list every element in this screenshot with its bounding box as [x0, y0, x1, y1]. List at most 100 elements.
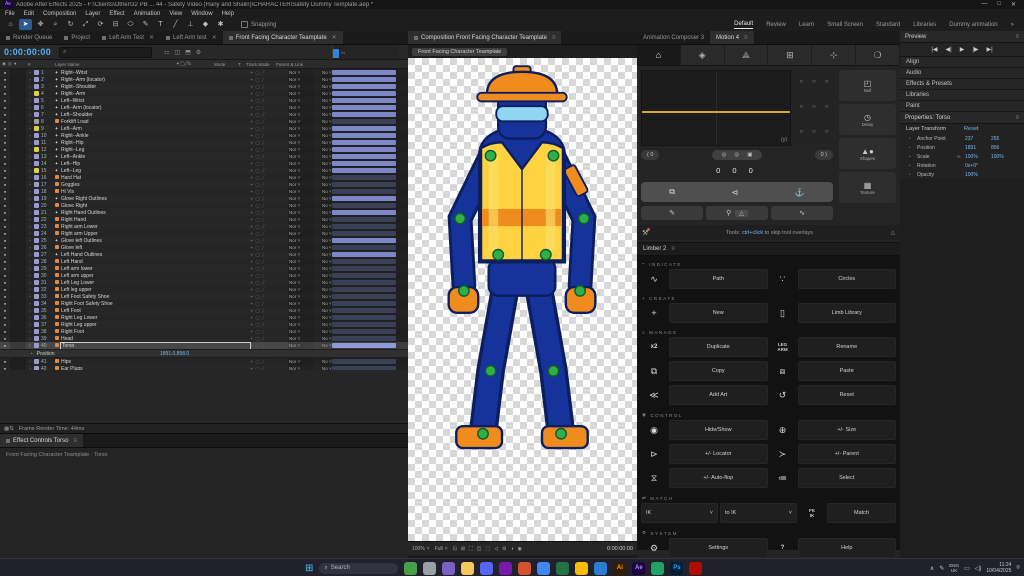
expand-caret-icon[interactable]: ›: [26, 322, 34, 327]
touchpad-icon[interactable]: ▭: [964, 565, 970, 572]
ease-graph[interactable]: (y): [641, 70, 791, 146]
t-toggle[interactable]: [313, 125, 321, 132]
layer-duration-bar[interactable]: [332, 161, 396, 166]
rename-button[interactable]: Rename: [798, 337, 897, 357]
workspace-dummy-animation[interactable]: Dummy animation: [949, 22, 997, 28]
blend-mode-select[interactable]: Nor ˅: [288, 195, 313, 202]
layer-name[interactable]: Right Hand: [61, 217, 250, 223]
expand-caret-icon[interactable]: ›: [26, 203, 34, 208]
close-tab-icon[interactable]: ✕: [332, 34, 337, 41]
blend-mode-select[interactable]: Nor ˅: [288, 335, 313, 342]
layer-switches[interactable]: ✦◯╱: [250, 77, 288, 82]
layer-name[interactable]: Left--Wrist: [61, 98, 250, 104]
layer-switches[interactable]: ✦◯╱: [250, 70, 288, 75]
layer-name[interactable]: Right arm Lower: [61, 224, 250, 230]
zoom-tool[interactable]: ⌕: [49, 19, 62, 30]
layer-row[interactable]: ●›15✦Left--Leg✦◯╱Nor ˅No ˅◎ None ˅: [0, 167, 408, 174]
left-shoulder-joint[interactable]: [485, 150, 495, 160]
left-knee-joint[interactable]: [485, 366, 495, 376]
layer-row[interactable]: ●›34Right Foot Safety Shoe✦◯╱Nor ˅No ˅◎ …: [0, 300, 408, 307]
label-color-chip[interactable]: [34, 315, 39, 320]
layer-switches[interactable]: ✦◯╱: [250, 329, 288, 334]
texture-button[interactable]: ▦ Texture: [839, 172, 896, 203]
expand-caret-icon[interactable]: ›: [26, 308, 34, 313]
sidebar-panel-align[interactable]: Align: [900, 57, 1024, 68]
track-matte-column-header[interactable]: Track Matte: [246, 62, 276, 67]
layer-row[interactable]: ●˅40Torso✦◯╱Nor ˅No ˅◎ None ˅: [0, 342, 408, 349]
layer-switches[interactable]: ✦◯╱: [250, 245, 288, 250]
layer-name[interactable]: Right--Leg: [61, 147, 250, 153]
layer-duration-bar[interactable]: [332, 273, 396, 278]
blend-mode-select[interactable]: Nor ˅: [288, 223, 313, 230]
t-toggle[interactable]: [313, 167, 321, 174]
expand-caret-icon[interactable]: ›: [26, 147, 34, 152]
layer-switches[interactable]: ✦◯╱: [250, 84, 288, 89]
layer-row[interactable]: ●›41Hips✦◯╱Nor ˅No ˅◎ 40. Torso ˅: [0, 358, 408, 365]
expand-caret-icon[interactable]: ›: [26, 175, 34, 180]
property-value[interactable]: 856: [991, 145, 1017, 151]
transparency-grid-icon[interactable]: ⬚: [485, 546, 490, 552]
layer-switches[interactable]: ✦◯╱: [250, 91, 288, 96]
visibility-eye-icon[interactable]: ●: [0, 147, 10, 152]
layer-name[interactable]: Right--Arm (locator): [61, 77, 250, 83]
layer-row[interactable]: ●›27✦Left Hand Outlines✦◯╱Nor ˅No ˅◎ Non…: [0, 251, 408, 258]
hips[interactable]: [489, 259, 556, 295]
taskbar-icon-powerpoint[interactable]: [518, 562, 531, 575]
properties-panel-header[interactable]: Properties: Torso ≡: [900, 112, 1024, 124]
blend-mode-select[interactable]: Nor ˅: [288, 181, 313, 188]
t-toggle[interactable]: [313, 111, 321, 118]
layer-duration-bar[interactable]: [332, 154, 396, 159]
transfer-controls-icon[interactable]: ⇅: [9, 426, 14, 432]
layer-duration-bar[interactable]: [332, 322, 396, 327]
visibility-eye-icon[interactable]: ●: [0, 105, 10, 110]
toggle-mask-icon[interactable]: ◫: [477, 546, 482, 552]
layer-row[interactable]: ●›2✦Right--Arm (locator)✦◯╱Nor ˅No ˅◎ No…: [0, 76, 408, 83]
composition-tab[interactable]: Composition Front Facing Character Teamp…: [408, 31, 561, 44]
stopwatch-icon[interactable]: ◔: [908, 154, 917, 159]
layer-duration-bar[interactable]: [332, 98, 396, 103]
sidebar-panel-libraries[interactable]: Libraries: [900, 90, 1024, 101]
layer-duration-bar[interactable]: [332, 77, 396, 82]
expand-caret-icon[interactable]: ›: [26, 70, 34, 75]
visibility-eye-icon[interactable]: ●: [0, 217, 10, 222]
t-toggle[interactable]: [313, 286, 321, 293]
menu-view[interactable]: View: [169, 11, 182, 17]
layer-switches[interactable]: ✦◯╱: [250, 287, 288, 292]
layer-switches[interactable]: ✦◯╱: [250, 231, 288, 236]
visibility-eye-icon[interactable]: ●: [0, 273, 10, 278]
previous-frame-button[interactable]: ◀|: [946, 46, 952, 53]
taskbar-icon-drive[interactable]: [575, 562, 588, 575]
visibility-eye-icon[interactable]: ●: [0, 252, 10, 257]
expand-caret-icon[interactable]: ›: [26, 231, 34, 236]
blend-mode-select[interactable]: Nor ˅: [288, 83, 313, 90]
t-toggle[interactable]: [313, 314, 321, 321]
expand-caret-icon[interactable]: ›: [26, 245, 34, 250]
mask-tool[interactable]: ◆: [199, 19, 212, 30]
layer-switches[interactable]: ✦◯╱: [250, 366, 288, 370]
blend-mode-select[interactable]: Nor ˅: [288, 202, 313, 209]
add-art-button[interactable]: Add Art: [669, 385, 768, 405]
visibility-eye-icon[interactable]: ●: [0, 70, 10, 75]
taskbar-icon-illustrator[interactable]: Ai: [613, 562, 626, 575]
path-button[interactable]: Path: [669, 269, 768, 289]
maximize-button[interactable]: □: [997, 1, 1001, 8]
visibility-eye-icon[interactable]: ●: [0, 140, 10, 145]
label-color-chip[interactable]: [34, 308, 39, 313]
t-toggle[interactable]: [313, 90, 321, 97]
property-value[interactable]: 100%: [991, 154, 1017, 160]
layer-row[interactable]: ●›32Left leg upper✦◯╱Nor ˅No ˅◎ None ˅: [0, 286, 408, 293]
graph-editor-icon[interactable]: ⚙: [196, 49, 201, 56]
layer-name[interactable]: Right Hand Outlines: [61, 210, 250, 216]
blend-mode-select[interactable]: Nor ˅: [288, 279, 313, 286]
visibility-eye-icon[interactable]: ●: [0, 98, 10, 103]
stopwatch-icon[interactable]: ◔: [908, 145, 917, 150]
stepper-mode-icon[interactable]: ▣: [747, 152, 752, 158]
visibility-eye-icon[interactable]: ●: [0, 224, 10, 229]
layer-switches[interactable]: ✦◯╱: [250, 154, 288, 159]
layer-switches[interactable]: ✦◯╱: [250, 266, 288, 271]
expand-caret-icon[interactable]: ›: [26, 112, 34, 117]
visibility-eye-icon[interactable]: ●: [0, 175, 10, 180]
visibility-eye-icon[interactable]: ●: [0, 189, 10, 194]
left-ankle-joint[interactable]: [478, 429, 488, 439]
label-color-chip[interactable]: [34, 98, 39, 103]
